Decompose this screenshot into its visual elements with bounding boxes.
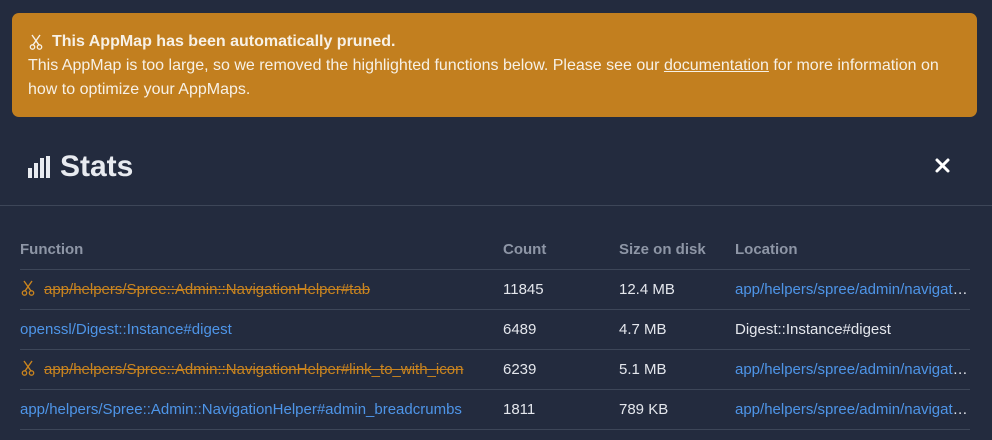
location-cell: app/helpers/spree/admin/navigation_helpe… (735, 349, 970, 390)
banner-title: This AppMap has been automatically prune… (52, 33, 396, 50)
pruned-function-link[interactable]: app/helpers/Spree::Admin::NavigationHelp… (44, 361, 463, 378)
documentation-link[interactable]: documentation (664, 57, 769, 74)
table-row: app/helpers/Spree::Admin::NavigationHelp… (20, 349, 970, 390)
size-cell: 12.4 MB (619, 269, 735, 310)
column-header-count[interactable]: Count (503, 230, 619, 270)
function-cell: app/helpers/Spree::Admin::NavigationHelp… (20, 349, 503, 390)
location-link[interactable]: app/helpers/spree/admin/navigation_helpe… (735, 401, 970, 418)
location-link[interactable]: app/helpers/spree/admin/navigation_helpe… (735, 281, 970, 298)
stats-table: Function Count Size on disk Location app… (20, 230, 970, 430)
bar-chart-icon (28, 156, 52, 178)
table-row: openssl/Digest::Instance#digest 6489 4.7 M… (20, 309, 970, 350)
column-header-location[interactable]: Location (735, 230, 970, 270)
count-cell: 11845 (503, 269, 619, 310)
size-cell: 789 KB (619, 389, 735, 430)
table-row: app/helpers/Spree::Admin::NavigationHelp… (20, 269, 970, 310)
size-cell: 4.7 MB (619, 309, 735, 350)
column-header-size[interactable]: Size on disk (619, 230, 735, 270)
column-header-function[interactable]: Function (20, 230, 503, 270)
location-cell: app/helpers/spree/admin/navigation_helpe… (735, 389, 970, 430)
banner-title-row: This AppMap has been automatically prune… (28, 30, 961, 54)
function-cell: app/helpers/Spree::Admin::NavigationHelp… (20, 269, 503, 310)
scissors-icon (28, 34, 44, 50)
table-header-row: Function Count Size on disk Location (20, 230, 970, 270)
function-cell: app/helpers/Spree::Admin::NavigationHelp… (20, 389, 503, 430)
function-cell: openssl/Digest::Instance#digest (20, 309, 503, 350)
stats-header: Stats (0, 140, 992, 206)
banner-text-before: This AppMap is too large, so we removed … (28, 57, 664, 74)
location-cell: Digest::Instance#digest (735, 309, 970, 350)
location-link[interactable]: app/helpers/spree/admin/navigation_helpe… (735, 361, 970, 378)
pruned-banner: This AppMap has been automatically prune… (12, 13, 977, 117)
size-cell: 5.1 MB (619, 349, 735, 390)
count-cell: 1811 (503, 389, 619, 430)
page-title: Stats (60, 150, 134, 183)
table-row: app/helpers/Spree::Admin::NavigationHelp… (20, 389, 970, 430)
function-link[interactable]: openssl/Digest::Instance#digest (20, 321, 232, 338)
location-text: Digest::Instance#digest (735, 320, 891, 338)
close-icon[interactable] (934, 157, 952, 175)
banner-body: This AppMap is too large, so we removed … (28, 54, 961, 102)
scissors-icon (20, 360, 36, 376)
count-cell: 6489 (503, 309, 619, 350)
pruned-function-link[interactable]: app/helpers/Spree::Admin::NavigationHelp… (44, 281, 370, 298)
function-link[interactable]: app/helpers/Spree::Admin::NavigationHelp… (20, 401, 462, 418)
count-cell: 6239 (503, 349, 619, 390)
scissors-icon (20, 280, 36, 296)
location-cell: app/helpers/spree/admin/navigation_helpe… (735, 269, 970, 310)
